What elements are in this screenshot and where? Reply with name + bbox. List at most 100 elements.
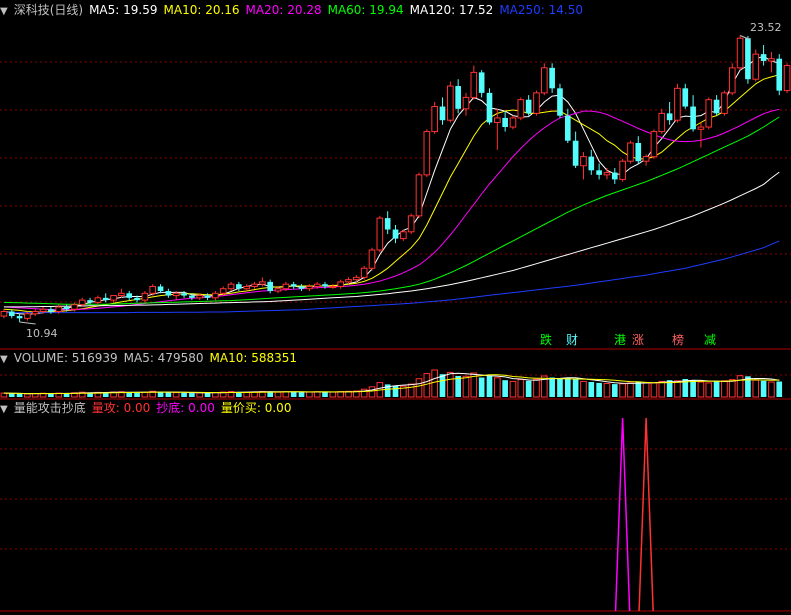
candle-body	[149, 285, 157, 294]
volume-bar	[439, 374, 446, 397]
volume-bar	[736, 375, 744, 398]
volume-bar	[447, 371, 454, 398]
candle-body	[78, 299, 86, 306]
candle-body	[353, 276, 360, 281]
candle-body	[752, 53, 760, 80]
event-marker[interactable]: 财	[566, 333, 578, 347]
candle-body	[141, 292, 149, 301]
candle-body	[172, 292, 180, 297]
candle-body	[580, 156, 587, 167]
collapse-triangle-icon[interactable]: ▼	[0, 4, 8, 20]
volume-bar	[415, 378, 423, 398]
price-low-label: 10.94	[26, 327, 58, 340]
volume-bar	[776, 381, 783, 397]
collapse-triangle-icon[interactable]: ▼	[0, 352, 8, 368]
candle-body	[705, 99, 713, 128]
event-marker[interactable]: 榜	[672, 333, 684, 347]
candle-body	[236, 284, 242, 289]
volume-bar	[306, 391, 313, 398]
candle-body	[611, 172, 618, 180]
candle-body	[110, 295, 117, 301]
ma-line-ma5	[3, 55, 780, 315]
volume-bar	[172, 392, 180, 398]
event-marker[interactable]: 减	[704, 333, 716, 347]
candle-body	[384, 218, 391, 230]
candle-body	[658, 112, 666, 133]
candle-body	[674, 87, 681, 121]
candle-body	[157, 286, 164, 292]
candle-body	[650, 131, 658, 158]
candle-body	[728, 67, 736, 94]
volume-bar	[525, 380, 532, 397]
volume-bar	[478, 377, 485, 397]
candle-body	[690, 106, 696, 130]
volume-bar	[697, 381, 705, 398]
candle-body	[721, 92, 728, 114]
volume-bar	[572, 379, 579, 397]
candle-body	[298, 286, 305, 289]
volume-bar	[407, 383, 415, 398]
candle-body	[87, 300, 93, 303]
candle-body	[102, 297, 109, 301]
volume-bar	[189, 393, 195, 397]
candle-body	[189, 295, 195, 298]
candle-body	[509, 117, 517, 128]
candle-body	[24, 313, 31, 319]
candle-body	[455, 86, 461, 109]
candle-body	[8, 311, 15, 317]
volume-bar	[493, 377, 501, 398]
candle-body	[407, 215, 415, 233]
volume-bar	[713, 381, 720, 397]
candle-body	[745, 38, 751, 80]
volume-bar	[705, 382, 713, 398]
event-marker[interactable]: 跌	[540, 333, 552, 347]
volume-bar	[181, 392, 187, 397]
candle-body	[525, 99, 532, 114]
candle-body	[94, 297, 102, 303]
candle-body	[39, 308, 47, 313]
event-marker[interactable]: 港	[614, 333, 626, 347]
volume-bar	[557, 378, 563, 397]
candle-body	[55, 306, 63, 313]
volume-bar	[580, 380, 587, 398]
volume-bar	[290, 391, 297, 397]
candle-body	[181, 293, 187, 296]
volume-bar	[690, 380, 696, 397]
ma5-value: MA5: 19.59	[89, 3, 158, 17]
candle-body	[251, 283, 258, 287]
volume-header: ▼ VOLUME: 516939 MA5: 479580 MA10: 588351	[0, 350, 303, 366]
volume-bar	[392, 385, 399, 397]
volume-bar	[298, 392, 305, 397]
event-marker[interactable]: 涨	[632, 333, 644, 347]
candle-body	[549, 67, 555, 89]
candle-body	[557, 88, 563, 116]
candle-body	[165, 291, 172, 296]
volume-bar	[658, 380, 666, 398]
candle-body	[368, 249, 376, 269]
indicator-header: ▼ 量能攻击抄底 量攻: 0.00 抄底: 0.00 量价买: 0.00	[0, 400, 297, 416]
collapse-triangle-icon[interactable]: ▼	[0, 402, 8, 418]
candle-body	[345, 279, 352, 283]
candle-body	[329, 285, 337, 288]
volume-bar	[157, 391, 164, 397]
volume-bar	[752, 379, 760, 398]
volume-bar	[627, 382, 634, 398]
candle-body	[0, 311, 8, 317]
candle-body	[502, 117, 508, 128]
candle-body	[337, 281, 344, 287]
candle-body	[267, 281, 274, 292]
candle-body	[682, 88, 689, 107]
candle-body	[447, 85, 454, 121]
candle-body	[204, 295, 211, 298]
candle-body	[486, 92, 493, 123]
volume-bar	[674, 380, 681, 398]
candle-body	[63, 306, 70, 310]
price-low-marker	[19, 321, 36, 325]
volume-bar	[486, 376, 493, 397]
volume-bar	[533, 378, 540, 398]
candle-body	[596, 170, 602, 175]
candle-body	[768, 58, 775, 62]
candle-body	[415, 174, 423, 217]
candle-body	[423, 131, 431, 176]
candle-body	[290, 284, 297, 287]
